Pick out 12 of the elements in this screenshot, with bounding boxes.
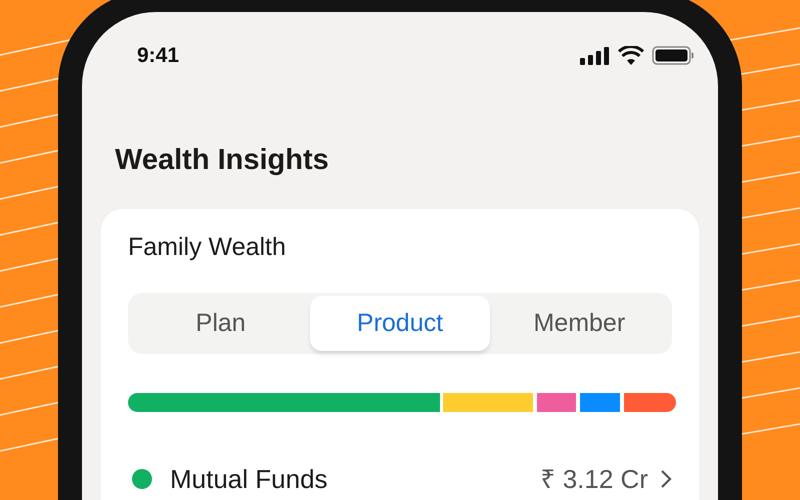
signal-icon <box>580 46 610 64</box>
segment-tab[interactable]: Product <box>310 296 490 351</box>
wifi-icon <box>618 46 644 65</box>
segment-tab[interactable]: Plan <box>131 296 310 351</box>
page-title: Wealth Insights <box>115 146 330 175</box>
segment-tab[interactable]: Member <box>490 296 669 351</box>
item-value: ₹ 3.12 Cr <box>540 466 648 492</box>
battery-icon <box>652 46 694 65</box>
status-time: 9:41 <box>137 45 180 66</box>
chevron-right-icon[interactable] <box>660 469 672 489</box>
card-title: Family Wealth <box>128 235 287 260</box>
item-name: Mutual Funds <box>170 466 328 492</box>
